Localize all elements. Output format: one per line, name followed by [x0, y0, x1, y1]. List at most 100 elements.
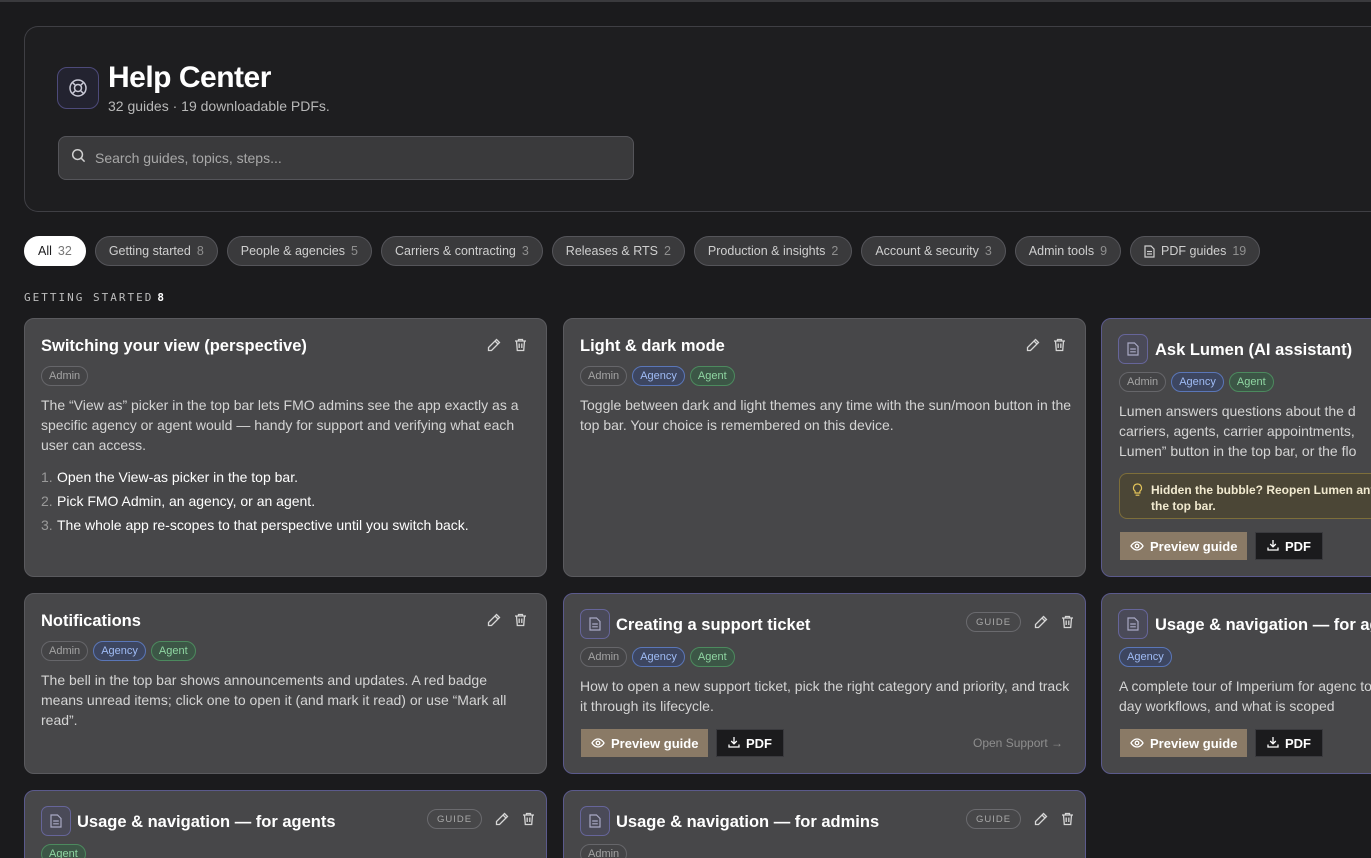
- card-title: Ask Lumen (AI assistant): [1155, 341, 1353, 359]
- card-ask-lumen[interactable]: Ask Lumen (AI assistant) Admin Agency Ag…: [1101, 318, 1371, 577]
- card-light-dark-mode[interactable]: Light & dark mode Admin Agency Agent Tog…: [563, 318, 1086, 577]
- search-icon: [71, 148, 86, 168]
- document-icon: [41, 806, 71, 836]
- section-title: GETTING STARTED: [24, 291, 154, 304]
- tag-agent: Agent: [689, 366, 735, 386]
- filter-count: 5: [351, 244, 358, 258]
- card-actions: GUIDE: [966, 809, 1075, 829]
- tag-agency: Agency: [632, 647, 685, 667]
- card-usage-agents[interactable]: Usage & navigation — for agents GUIDE Ag…: [24, 790, 547, 858]
- tag-admin: Admin: [41, 641, 89, 661]
- filter-all[interactable]: All 32: [24, 236, 86, 266]
- category-filters: All 32 Getting started 8 People & agenci…: [24, 236, 1261, 266]
- card-title: Notifications: [41, 612, 141, 630]
- card-usage-admins[interactable]: Usage & navigation — for admins GUIDE Ad…: [563, 790, 1086, 858]
- step-item: 3. The whole app re-scopes to that perspe…: [41, 513, 469, 537]
- edit-icon[interactable]: [486, 337, 502, 353]
- edit-icon[interactable]: [1033, 614, 1049, 630]
- filter-carriers-contracting[interactable]: Carriers & contracting 3: [380, 236, 543, 266]
- filter-pdf-guides[interactable]: PDF guides 19: [1130, 236, 1261, 266]
- tag-admin: Admin: [1119, 372, 1167, 392]
- filter-count: 3: [521, 244, 529, 258]
- document-icon: [1118, 609, 1148, 639]
- card-description: A complete tour of Imperium for agenc to…: [1119, 678, 1371, 714]
- preview-guide-button[interactable]: Preview guide: [1120, 729, 1248, 757]
- download-icon: [728, 736, 740, 751]
- pdf-label: PDF: [1285, 538, 1311, 554]
- filter-production-insights[interactable]: Production & insights 2: [693, 236, 853, 266]
- pdf-label: PDF: [1285, 735, 1311, 751]
- search-box[interactable]: [58, 136, 634, 180]
- section-heading: GETTING STARTED 8: [24, 291, 166, 304]
- filter-releases-rts[interactable]: Releases & RTS 2: [551, 236, 685, 266]
- search-input[interactable]: [95, 150, 615, 166]
- card-support-ticket[interactable]: Creating a support ticket GUIDE Admin Ag…: [563, 593, 1086, 774]
- open-support-link[interactable]: Open Support →: [973, 736, 1063, 750]
- step-number: 1.: [41, 469, 53, 485]
- card-tags: Admin Agency Agent: [41, 641, 196, 661]
- card-tags: Admin Agency Agent: [1119, 372, 1274, 392]
- edit-icon[interactable]: [1033, 811, 1049, 827]
- trash-icon[interactable]: [1051, 337, 1067, 353]
- download-pdf-button[interactable]: PDF: [716, 729, 784, 757]
- card-steps: 1. Open the View-as picker in the top bar…: [41, 465, 469, 537]
- step-text: Open the View-as picker in the top bar.: [57, 469, 298, 485]
- document-icon: [1118, 334, 1148, 364]
- preview-label: Preview guide: [1150, 538, 1238, 554]
- card-title: Usage & navigation — for agents: [77, 813, 336, 831]
- trash-icon[interactable]: [512, 612, 528, 628]
- filter-count: 3: [984, 244, 992, 258]
- trash-icon[interactable]: [1059, 614, 1075, 630]
- card-tags: Admin: [580, 844, 628, 858]
- download-pdf-button[interactable]: PDF: [1255, 729, 1323, 757]
- step-item: 1. Open the View-as picker in the top bar…: [41, 465, 469, 489]
- preview-guide-button[interactable]: Preview guide: [581, 729, 709, 757]
- download-icon: [1267, 539, 1279, 554]
- preview-guide-button[interactable]: Preview guide: [1120, 532, 1248, 560]
- eye-icon: [1130, 539, 1144, 554]
- card-title: Switching your view (perspective): [41, 337, 307, 355]
- eye-icon: [1130, 736, 1144, 751]
- filter-label: People & agencies: [240, 244, 346, 258]
- help-center-header: Help Center 32 guides · 19 downloadable …: [24, 26, 1371, 212]
- document-icon: [580, 609, 610, 639]
- card-description: The “View as” picker in the top bar lets…: [41, 397, 519, 453]
- card-title: Usage & navigation — for admins: [616, 813, 880, 831]
- step-item: 2. Pick FMO Admin, an agency, or an agent…: [41, 489, 469, 513]
- filter-admin-tools[interactable]: Admin tools 9: [1014, 236, 1122, 266]
- filter-label: Carriers & contracting: [394, 244, 516, 258]
- card-actions: [486, 612, 528, 628]
- filter-label: Admin tools: [1028, 244, 1095, 258]
- trash-icon[interactable]: [512, 337, 528, 353]
- edit-icon[interactable]: [494, 811, 510, 827]
- document-icon: [1144, 244, 1155, 258]
- card-notifications[interactable]: Notifications Admin Agency Agent The bel…: [24, 593, 547, 774]
- trash-icon[interactable]: [1059, 811, 1075, 827]
- tag-agency: Agency: [632, 366, 685, 386]
- download-icon: [1267, 736, 1279, 751]
- filter-label: All: [38, 244, 52, 258]
- trash-icon[interactable]: [520, 811, 536, 827]
- preview-label: Preview guide: [1150, 735, 1238, 751]
- card-tags: Admin Agency Agent: [580, 366, 735, 386]
- card-tags: Admin Agency Agent: [580, 647, 735, 667]
- card-switching-view[interactable]: Switching your view (perspective) Admin …: [24, 318, 547, 577]
- card-usage-agencies[interactable]: Usage & navigation — for ag Agency A com…: [1101, 593, 1371, 774]
- tag-agent: Agent: [1228, 372, 1274, 392]
- lifebuoy-icon: [57, 67, 99, 109]
- tag-admin: Admin: [580, 366, 628, 386]
- filter-account-security[interactable]: Account & security 3: [861, 236, 1006, 266]
- card-tags: Admin: [41, 366, 89, 386]
- card-description: How to open a new support ticket, pick t…: [580, 678, 1070, 714]
- edit-icon[interactable]: [486, 612, 502, 628]
- card-title: Light & dark mode: [580, 337, 725, 355]
- download-pdf-button[interactable]: PDF: [1255, 532, 1323, 560]
- card-actions: [486, 337, 528, 353]
- filter-getting-started[interactable]: Getting started 8: [94, 236, 218, 266]
- step-text: The whole app re-scopes to that perspect…: [57, 517, 469, 533]
- filter-people-agencies[interactable]: People & agencies 5: [226, 236, 372, 266]
- tag-agent: Agent: [150, 641, 196, 661]
- tag-admin: Admin: [41, 366, 89, 386]
- edit-icon[interactable]: [1025, 337, 1041, 353]
- tag-agency: Agency: [93, 641, 146, 661]
